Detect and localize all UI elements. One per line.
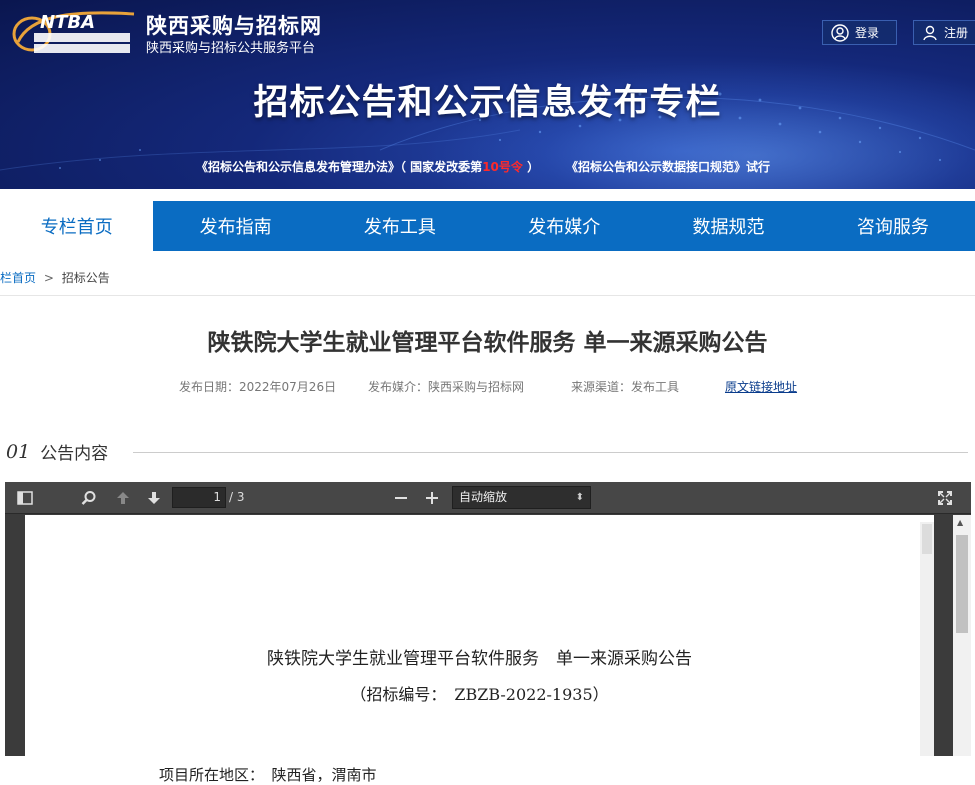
zoom-select[interactable]: 自动缩放 ⬍ [452, 486, 591, 509]
original-link[interactable]: 原文链接地址 [725, 378, 797, 395]
document-tender-code: （招标编号： ZBZB-2022-1935） [350, 685, 609, 704]
breadcrumb-current: 招标公告 [61, 271, 110, 285]
page-number-input[interactable]: 1 [172, 487, 226, 508]
nav-item-tools[interactable]: 发布工具 [318, 201, 482, 251]
notice-left-highlight: 10号令 [482, 160, 523, 174]
pdf-page-scroll-thumb[interactable] [922, 524, 932, 554]
sidebar-toggle-icon[interactable] [15, 488, 35, 508]
header-banner: NTBA 陕西采购与招标网 陕西采购与招标公共服务平台 登录 注册 招标公告和公… [0, 0, 975, 189]
document-project-location: 项目所在地区： 陕西省，渭南市 [159, 766, 377, 784]
nav-item-home[interactable]: 专栏首页 [0, 201, 154, 251]
login-button[interactable]: 登录 [822, 20, 897, 45]
notice-link-management-measures[interactable]: 《招标公告和公示信息发布管理办法》（ 国家发改委第10号令 ） [196, 158, 539, 175]
section-label: 公告内容 [40, 444, 109, 464]
nav-item-media[interactable]: 发布媒介 [482, 201, 646, 251]
page-title: 陕铁院大学生就业管理平台软件服务 单一来源采购公告 [207, 330, 768, 356]
zoom-select-value: 自动缩放 [459, 490, 508, 504]
ntba-logo: NTBA [12, 11, 135, 53]
section-number: 01 [6, 440, 31, 463]
breadcrumb: 栏首页 > 招标公告 [0, 269, 110, 286]
search-icon[interactable] [79, 488, 99, 508]
document-title: 陕铁院大学生就业管理平台软件服务 单一来源采购公告 [267, 649, 692, 669]
notice-left-prefix: 《招标公告和公示信息发布管理办法》（ 国家发改委第 [196, 160, 483, 174]
scroll-up-arrow-icon[interactable]: ▲ [957, 518, 963, 527]
site-name: 陕西采购与招标网 [146, 14, 322, 38]
pdf-page-scrollbar[interactable] [920, 522, 934, 756]
register-label: 注册 [944, 26, 969, 40]
banner-title: 招标公告和公示信息发布专栏 [253, 83, 722, 123]
section-heading: 01 公告内容 [6, 439, 109, 465]
zoom-in-icon[interactable] [422, 488, 442, 508]
pdf-toolbar: 1 / 3 自动缩放 ⬍ [5, 482, 971, 514]
notice-link-data-interface-spec[interactable]: 《招标公告和公示数据接口规范》试行 [566, 158, 770, 175]
notice-left-suffix: ） [522, 160, 540, 174]
fullscreen-icon[interactable] [935, 488, 955, 508]
nav-item-consult[interactable]: 咨询服务 [811, 201, 975, 251]
next-page-icon[interactable] [144, 488, 164, 508]
user-icon [923, 25, 937, 40]
previous-page-icon[interactable] [113, 488, 133, 508]
source-channel: 来源渠道：发布工具 [571, 380, 680, 394]
publish-date: 发布日期：2022年07月26日 [179, 380, 337, 394]
svg-text:NTBA: NTBA [40, 12, 95, 33]
user-circle-icon [831, 23, 849, 42]
pdf-page: 陕铁院大学生就业管理平台软件服务 单一来源采购公告 （招标编号： ZBZB-20… [25, 515, 934, 784]
pdf-viewer: 1 / 3 自动缩放 ⬍ 陕铁院大学生就业管理平台软件服务 单一来源采购公告 （… [5, 482, 971, 784]
login-label: 登录 [855, 26, 880, 40]
register-button[interactable]: 注册 [913, 20, 975, 45]
viewer-scroll-thumb[interactable] [956, 535, 968, 633]
section-divider [133, 452, 968, 453]
nav-item-data-spec[interactable]: 数据规范 [646, 201, 810, 251]
site-subtitle: 陕西采购与招标公共服务平台 [146, 41, 316, 56]
breadcrumb-home-link[interactable]: 栏首页 [0, 271, 36, 285]
divider [0, 295, 975, 296]
main-nav: 专栏首页 发布指南 发布工具 发布媒介 数据规范 咨询服务 [0, 201, 975, 251]
zoom-out-icon[interactable] [391, 488, 411, 508]
nav-item-guide[interactable]: 发布指南 [153, 201, 317, 251]
publish-media: 发布媒介：陕西采购与招标网 [368, 380, 525, 394]
page-total: / 3 [229, 490, 245, 504]
chevron-right-icon: > [43, 271, 54, 285]
select-arrows-icon: ⬍ [575, 492, 584, 503]
